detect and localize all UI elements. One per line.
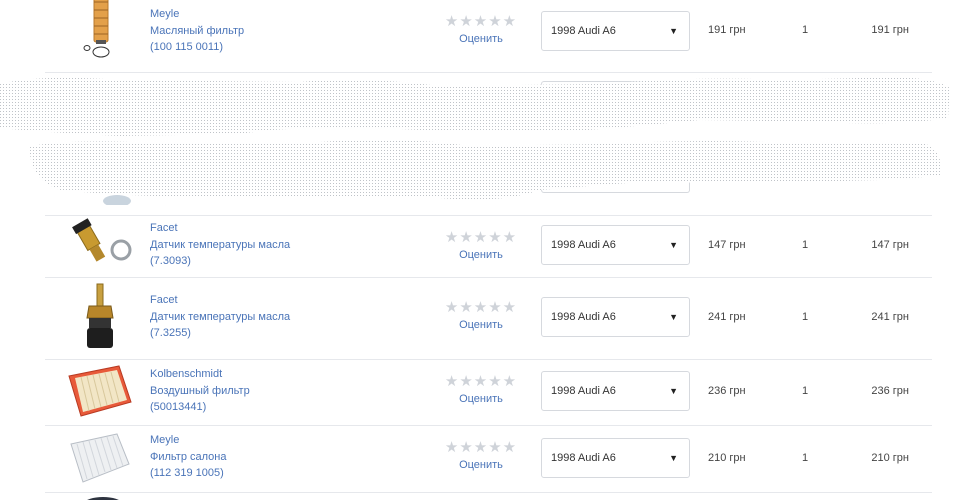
vehicle-select-value: 1998 Audi A6 — [551, 385, 616, 397]
temperature-sensor-icon[interactable] — [67, 214, 133, 280]
temperature-sensor-icon[interactable] — [67, 282, 133, 352]
chevron-down-icon: ▼ — [669, 453, 678, 463]
item-code-link[interactable]: (100 115 0011) — [150, 39, 244, 56]
item-price: 210 грн — [708, 452, 746, 464]
item-name-link[interactable]: Масляный фильтр — [150, 23, 244, 40]
item-quantity[interactable]: 1 — [797, 311, 813, 323]
rating-widget: ★★★★★ Оценить — [440, 230, 522, 261]
item-total: 236 грн — [871, 385, 909, 397]
item-total: 241 грн — [871, 311, 909, 323]
rate-link[interactable]: Оценить — [440, 33, 522, 45]
rating-stars[interactable]: ★★★★★ — [440, 14, 522, 29]
vehicle-select[interactable]: 1998 Audi A6 ▼ — [541, 438, 690, 478]
rate-link[interactable]: Оценить — [440, 319, 522, 331]
chevron-down-icon: ▼ — [669, 386, 678, 396]
vehicle-select-value: 1998 Audi A6 — [551, 452, 616, 464]
item-name-link[interactable]: Датчик температуры масла — [150, 309, 290, 326]
item-info: Facet Датчик температуры масла (7.3093) — [150, 220, 290, 270]
item-brand-link[interactable]: Meyle — [150, 432, 226, 449]
item-quantity[interactable]: 1 — [797, 24, 813, 36]
table-row — [45, 493, 932, 500]
rating-stars[interactable]: ★★★★★ — [440, 300, 522, 315]
vehicle-select-value: 1998 Audi A6 — [551, 25, 616, 37]
item-info: Meyle Фильтр салона (112 319 1005) — [150, 432, 226, 482]
item-code-link[interactable]: (50013441) — [150, 399, 250, 416]
item-info: Facet Датчик температуры масла (7.3255) — [150, 292, 290, 342]
item-name-link[interactable]: Воздушный фильтр — [150, 383, 250, 400]
item-name-link[interactable]: Фильтр салона — [150, 449, 226, 466]
vehicle-select[interactable]: 1998 Audi A6 ▼ — [541, 297, 690, 337]
item-info: Meyle Масляный фильтр (100 115 0011) — [150, 6, 244, 56]
item-quantity[interactable]: 1 — [797, 452, 813, 464]
table-row: Facet Датчик температуры масла (7.3255) … — [45, 278, 932, 360]
item-brand-link[interactable]: Meyle — [150, 6, 244, 23]
item-quantity[interactable]: 1 — [797, 385, 813, 397]
table-row: Meyle Масляный фильтр (100 115 0011) ★★★… — [45, 0, 932, 73]
vehicle-select[interactable]: 1998 Audi A6 ▼ — [541, 11, 690, 51]
item-total: 147 грн — [871, 239, 909, 251]
rating-widget: ★★★★★ Оценить — [440, 374, 522, 405]
vehicle-select-value: 1998 Audi A6 — [551, 239, 616, 251]
vehicle-select[interactable]: 1998 Audi A6 ▼ — [541, 225, 690, 265]
rating-widget: ★★★★★ Оценить — [440, 440, 522, 471]
item-code-link[interactable]: (7.3093) — [150, 253, 290, 270]
next-part-icon — [67, 495, 133, 500]
rate-link[interactable]: Оценить — [440, 393, 522, 405]
rating-stars[interactable]: ★★★★★ — [440, 374, 522, 389]
vehicle-select-value: 1998 Audi A6 — [551, 311, 616, 323]
item-total: 191 грн — [871, 24, 909, 36]
chevron-down-icon: ▼ — [669, 240, 678, 250]
item-total: 210 грн — [871, 452, 909, 464]
item-brand-link[interactable]: Facet — [150, 292, 290, 309]
rate-link[interactable]: Оценить — [440, 459, 522, 471]
chevron-down-icon: ▼ — [669, 26, 678, 36]
item-name-link[interactable]: Датчик температуры масла — [150, 237, 290, 254]
table-row: Kolbenschmidt Воздушный фильтр (50013441… — [45, 360, 932, 426]
item-price: 241 грн — [708, 311, 746, 323]
vehicle-select[interactable]: 1998 Audi A6 ▼ — [541, 371, 690, 411]
air-filter-icon[interactable] — [67, 362, 133, 424]
table-row: Meyle Фильтр салона (112 319 1005) ★★★★★… — [45, 426, 932, 493]
cabin-filter-icon[interactable] — [67, 428, 133, 490]
item-price: 191 грн — [708, 24, 746, 36]
item-code-link[interactable]: (112 319 1005) — [150, 465, 226, 482]
rating-stars[interactable]: ★★★★★ — [440, 230, 522, 245]
rating-widget: ★★★★★ Оценить — [440, 14, 522, 45]
rendering-artifact — [0, 77, 950, 200]
item-quantity[interactable]: 1 — [797, 239, 813, 251]
item-brand-link[interactable]: Facet — [150, 220, 290, 237]
table-row: Facet Датчик температуры масла (7.3093) … — [45, 216, 932, 278]
item-price: 147 грн — [708, 239, 746, 251]
item-brand-link[interactable]: Kolbenschmidt — [150, 366, 250, 383]
oil-filter-cartridge-icon[interactable] — [67, 0, 133, 62]
item-code-link[interactable]: (7.3255) — [150, 325, 290, 342]
item-price: 236 грн — [708, 385, 746, 397]
chevron-down-icon: ▼ — [669, 312, 678, 322]
rating-stars[interactable]: ★★★★★ — [440, 440, 522, 455]
rating-widget: ★★★★★ Оценить — [440, 300, 522, 331]
item-info: Kolbenschmidt Воздушный фильтр (50013441… — [150, 366, 250, 416]
rate-link[interactable]: Оценить — [440, 249, 522, 261]
